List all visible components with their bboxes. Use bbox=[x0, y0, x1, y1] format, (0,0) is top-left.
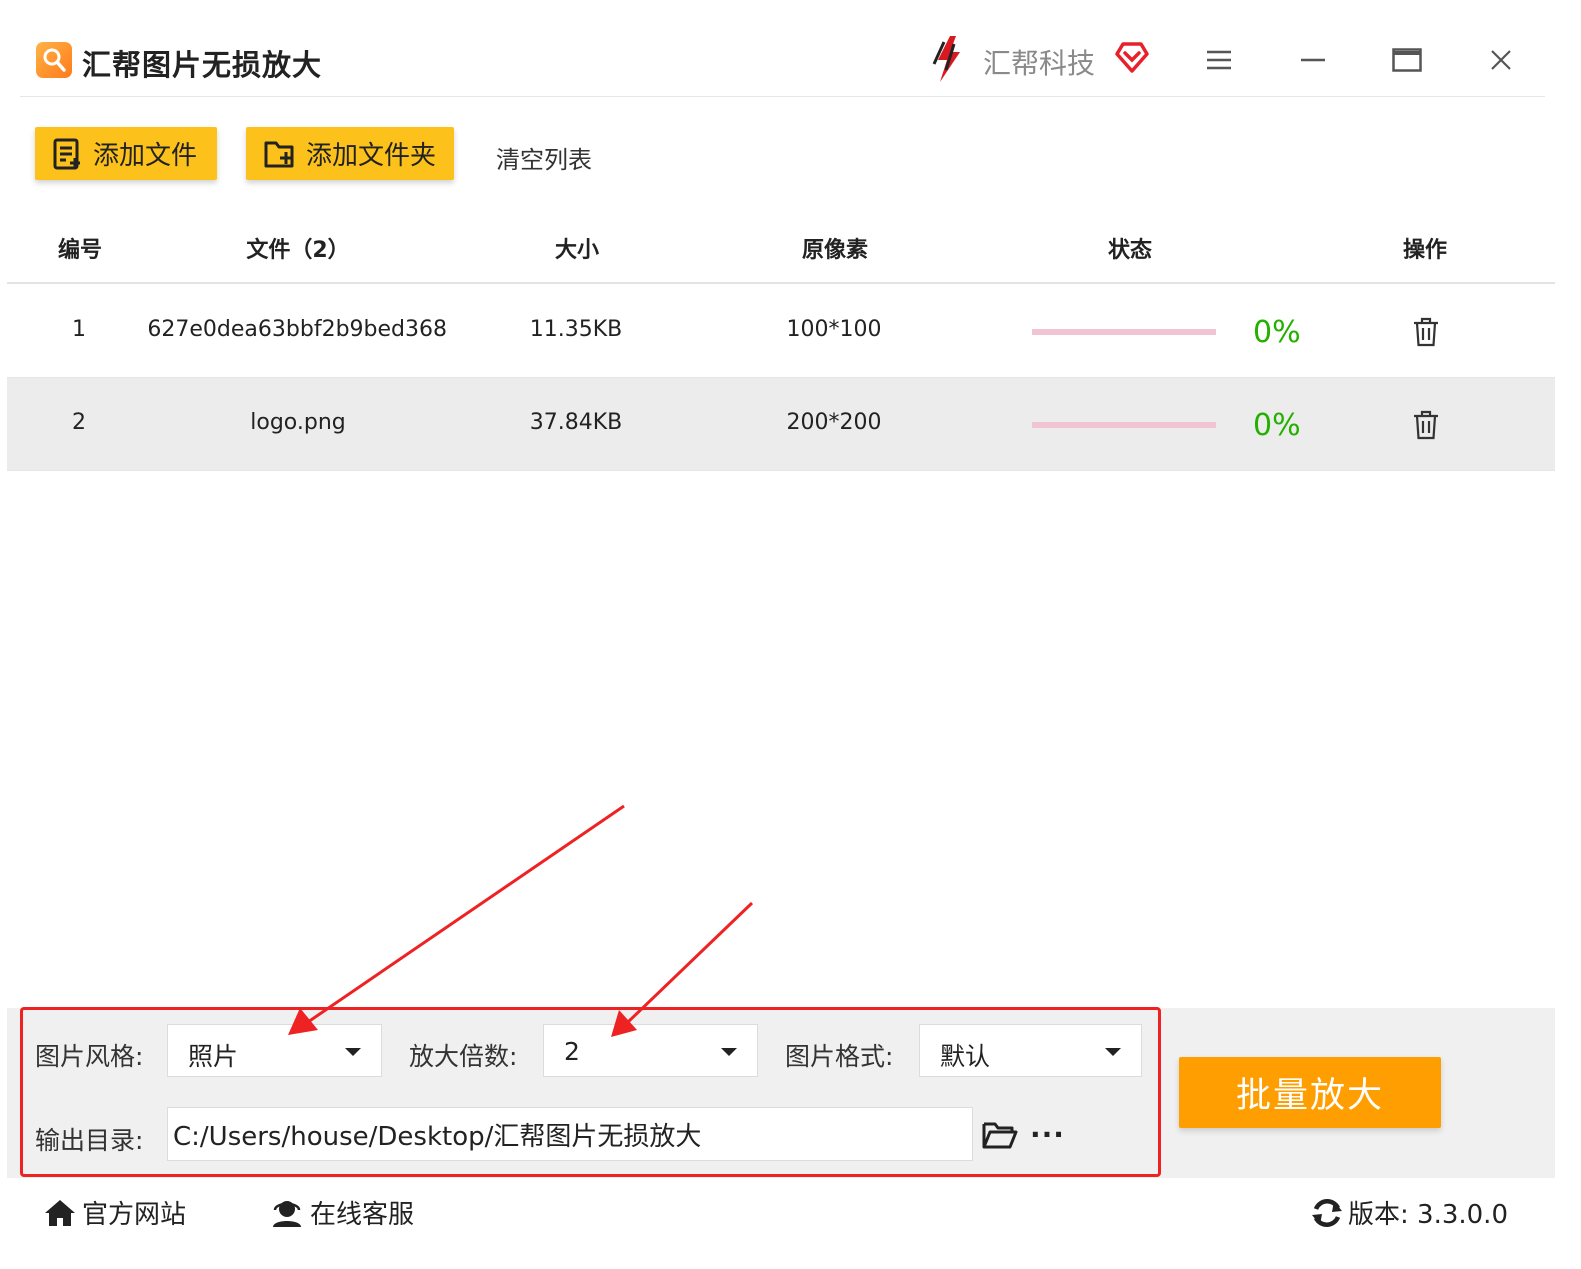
row-index: 1 bbox=[72, 317, 86, 342]
batch-enlarge-button[interactable]: 批量放大 bbox=[1179, 1057, 1441, 1128]
version-label: 版本: 3.3.0.0 bbox=[1348, 1200, 1508, 1230]
app-logo-icon bbox=[36, 42, 72, 78]
annotation-arrow bbox=[307, 804, 625, 1024]
official-website-label: 官方网站 bbox=[82, 1200, 187, 1230]
close-icon[interactable] bbox=[1481, 40, 1521, 80]
header-file: 文件（2） bbox=[246, 238, 350, 263]
title-bar: 汇帮图片无损放大 汇帮科技 bbox=[20, 0, 1545, 97]
progress-bar bbox=[1032, 422, 1216, 428]
hamburger-icon[interactable] bbox=[1199, 40, 1239, 80]
version-info: 版本: 3.3.0.0 bbox=[1310, 1194, 1508, 1231]
row-file-name: 1627e0dea63bbf2b9bed368 bbox=[149, 317, 447, 342]
minimize-icon[interactable] bbox=[1293, 40, 1333, 80]
add-file-button[interactable]: 添加文件 bbox=[35, 127, 217, 180]
annotation-arrow bbox=[626, 901, 754, 1024]
trash-icon[interactable] bbox=[1413, 317, 1439, 351]
online-support-label: 在线客服 bbox=[310, 1200, 415, 1230]
add-folder-label: 添加文件夹 bbox=[306, 141, 437, 171]
annotation-highlight-box bbox=[20, 1007, 1161, 1177]
progress-percent: 0% bbox=[1253, 408, 1301, 443]
progress-percent: 0% bbox=[1253, 315, 1301, 350]
online-support-link[interactable]: 在线客服 bbox=[270, 1194, 414, 1231]
row-index: 2 bbox=[72, 410, 86, 435]
header-action: 操作 bbox=[1402, 238, 1448, 263]
row-size: 37.84KB bbox=[529, 410, 623, 435]
header-index: 编号 bbox=[57, 238, 103, 263]
add-folder-icon bbox=[264, 141, 294, 167]
vip-heart-icon[interactable] bbox=[1114, 40, 1150, 78]
header-status: 状态 bbox=[1107, 238, 1153, 263]
row-size: 11.35KB bbox=[529, 317, 623, 342]
support-agent-icon bbox=[273, 1200, 301, 1227]
official-website-link[interactable]: 官方网站 bbox=[44, 1194, 186, 1231]
clear-list-button[interactable]: 清空列表 bbox=[496, 140, 592, 175]
maximize-icon[interactable] bbox=[1387, 40, 1427, 80]
row-file-name: logo.png bbox=[250, 410, 346, 435]
refresh-icon bbox=[1312, 1198, 1342, 1227]
row-pixels: 100*100 bbox=[786, 317, 882, 342]
header-size: 大小 bbox=[554, 238, 600, 263]
header-pixels: 原像素 bbox=[801, 238, 869, 263]
home-icon bbox=[45, 1199, 75, 1226]
table-row[interactable]: 2 logo.png 37.84KB 200*200 0% bbox=[7, 378, 1555, 471]
add-file-label: 添加文件 bbox=[93, 141, 198, 171]
app-title: 汇帮图片无损放大 bbox=[82, 48, 323, 82]
trash-icon[interactable] bbox=[1413, 410, 1439, 444]
brand-logo-icon bbox=[928, 34, 968, 88]
brand-name[interactable]: 汇帮科技 bbox=[983, 42, 1095, 82]
table-row[interactable]: 1 1627e0dea63bbf2b9bed368 11.35KB 100*10… bbox=[7, 285, 1555, 378]
add-folder-button[interactable]: 添加文件夹 bbox=[246, 127, 454, 180]
add-file-icon bbox=[53, 138, 80, 169]
table-header: 编号 文件（2） 大小 原像素 状态 操作 bbox=[7, 210, 1555, 284]
row-pixels: 200*200 bbox=[786, 410, 882, 435]
progress-bar bbox=[1032, 329, 1216, 335]
